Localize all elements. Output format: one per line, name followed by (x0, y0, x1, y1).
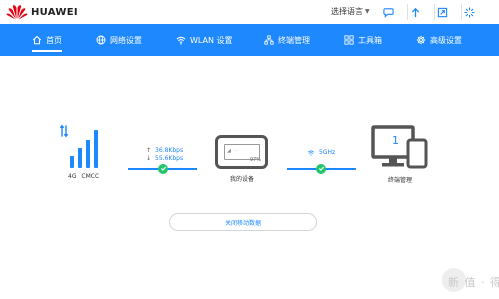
nav-wlan-label: WLAN 设置 (190, 35, 233, 45)
chat-button[interactable] (380, 4, 396, 20)
nav-advanced-settings[interactable]: 高级设置 (416, 24, 462, 56)
huawei-logo[interactable]: HUAWEI (6, 4, 78, 20)
toolbox-icon (344, 35, 354, 45)
data-transfer-icon (60, 124, 68, 138)
terminal-management-label: 终端管理 (388, 177, 413, 184)
wifi-icon (176, 36, 186, 45)
top-header: HUAWEI 选择语言 ▼ (0, 0, 499, 24)
nav-terminal-label: 终端管理 (278, 35, 310, 45)
nav-advanced-label: 高级设置 (430, 35, 462, 45)
huawei-flower-icon (6, 5, 28, 20)
download-arrow-icon: ↓ (146, 155, 152, 162)
network-icon (264, 35, 274, 45)
nav-home-label: 首页 (46, 35, 62, 45)
brand-name: HUAWEI (31, 6, 78, 18)
nav-network-label: 网络设置 (110, 35, 142, 45)
language-selector[interactable]: 选择语言 ▼ (331, 6, 370, 17)
header-actions (380, 4, 488, 20)
caret-down-icon: ▼ (365, 8, 370, 15)
wifi-band: 5GHz (319, 149, 336, 156)
wifi-icon (307, 150, 315, 156)
upload-rate: 36.8Kbps (155, 147, 184, 154)
nav-wlan-settings[interactable]: WLAN 设置 (176, 24, 233, 56)
my-device-icon[interactable]: ◢ ·· 97% (215, 135, 268, 169)
data-rates: ↑ 36.8Kbps ↓ 55.6Kbps (146, 147, 183, 163)
main-nav: 首页 网络设置 WLAN 设置 终端管理 工具箱 高级设置 (0, 24, 499, 56)
upload-arrow-icon: ↑ (146, 147, 152, 154)
upload-icon (411, 7, 420, 17)
nav-toolbox-label: 工具箱 (358, 35, 382, 45)
my-device-label: 我的设备 (230, 176, 255, 183)
signal-bar-2 (78, 148, 82, 168)
nav-terminal-management[interactable]: 终端管理 (264, 24, 310, 56)
globe-icon (96, 35, 106, 45)
signal-bar-1 (70, 156, 74, 168)
toggle-mobile-data-button[interactable]: 关闭移动数据 (169, 213, 317, 231)
wifi-band-info: 5GHz (307, 149, 335, 156)
language-label: 选择语言 (331, 7, 363, 16)
logout-icon (437, 7, 448, 17)
home-icon (32, 35, 42, 45)
signal-bar-3 (86, 140, 90, 168)
chat-icon (382, 7, 394, 18)
network-info: 4G CMCC (68, 173, 99, 180)
device-dots: ◢ ·· (227, 148, 240, 154)
status-button[interactable] (461, 4, 477, 20)
loading-icon (464, 6, 475, 18)
nav-network-settings[interactable]: 网络设置 (96, 24, 142, 56)
carrier-name: CMCC (81, 173, 100, 180)
check-circle-icon (158, 163, 168, 174)
monitor-phone-icon (371, 125, 428, 169)
terminals-icon[interactable]: 1 (371, 125, 429, 175)
watermark: 新 值 · 得 (442, 266, 499, 294)
status-panel: 4G CMCC ↑ 36.8Kbps ↓ 55.6Kbps ◢ ·· 97% 我的设… (0, 56, 499, 299)
download-rate: 55.6Kbps (155, 155, 184, 162)
terminal-count: 1 (392, 134, 399, 147)
nav-toolbox[interactable]: 工具箱 (344, 24, 382, 56)
check-circle-icon (316, 163, 326, 174)
gear-icon (416, 35, 426, 45)
network-type: 4G (68, 173, 77, 180)
logout-button[interactable] (434, 4, 450, 20)
nav-home[interactable]: 首页 (32, 24, 62, 56)
router-admin-page: HUAWEI 选择语言 ▼ 首页 网络设置 WLAN 设置 终端管理 工具箱 高… (0, 0, 499, 299)
battery-level: 97% (249, 157, 261, 163)
signal-bar-4 (94, 130, 98, 168)
signal-strength-icon (60, 124, 104, 168)
upload-button[interactable] (407, 4, 423, 20)
watermark-text: 新 值 · 得 (448, 276, 499, 289)
